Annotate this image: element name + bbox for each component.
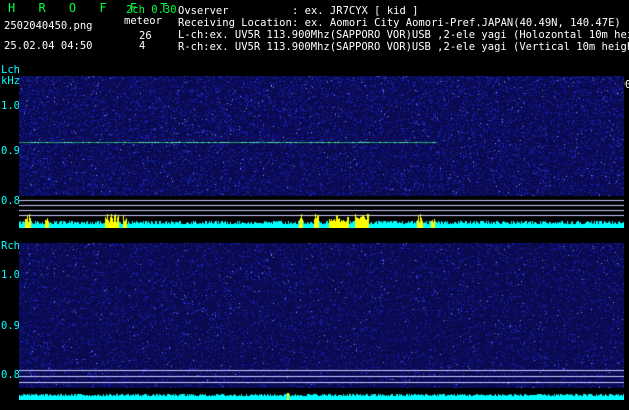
observer-label: Ovserver (178, 5, 229, 17)
rch-meteor-count: 4 (139, 40, 146, 52)
filename: 2502040450.png (4, 20, 93, 32)
lch-unit: kHz (1, 75, 20, 87)
rch-waterfall (19, 243, 624, 400)
lch-ytick-3: 0.8 (1, 195, 20, 207)
rch-label: Rch (1, 240, 20, 252)
rch-ytick-1: 1.0 (1, 269, 20, 281)
lch-ytick-1: 1.0 (1, 100, 20, 112)
lch-waterfall (19, 76, 624, 228)
rch-ytick-2: 0.9 (1, 320, 20, 332)
lch-ytick-2: 0.9 (1, 145, 20, 157)
location-value: : ex. Aomori City Aomori-Pref.JAPAN(40.4… (292, 17, 621, 29)
lch-spectrogram (19, 76, 624, 228)
observer-value: : ex. JR7CYX [ kid ] (292, 5, 419, 17)
location-label: Receiving Location (178, 17, 292, 29)
lch-info: L-ch:ex. UV5R 113.900Mhz(SAPPORO VOR)USB… (178, 29, 629, 41)
meteor-label: meteor (124, 15, 162, 27)
datetime: 25.02.04 04:50 (4, 40, 93, 52)
rch-ytick-3: 0.8 (1, 369, 20, 381)
rch-info: R-ch:ex. UV5R 113.900Mhz(SAPPORO VOR)USB… (178, 41, 629, 53)
rch-spectrogram (19, 243, 624, 400)
